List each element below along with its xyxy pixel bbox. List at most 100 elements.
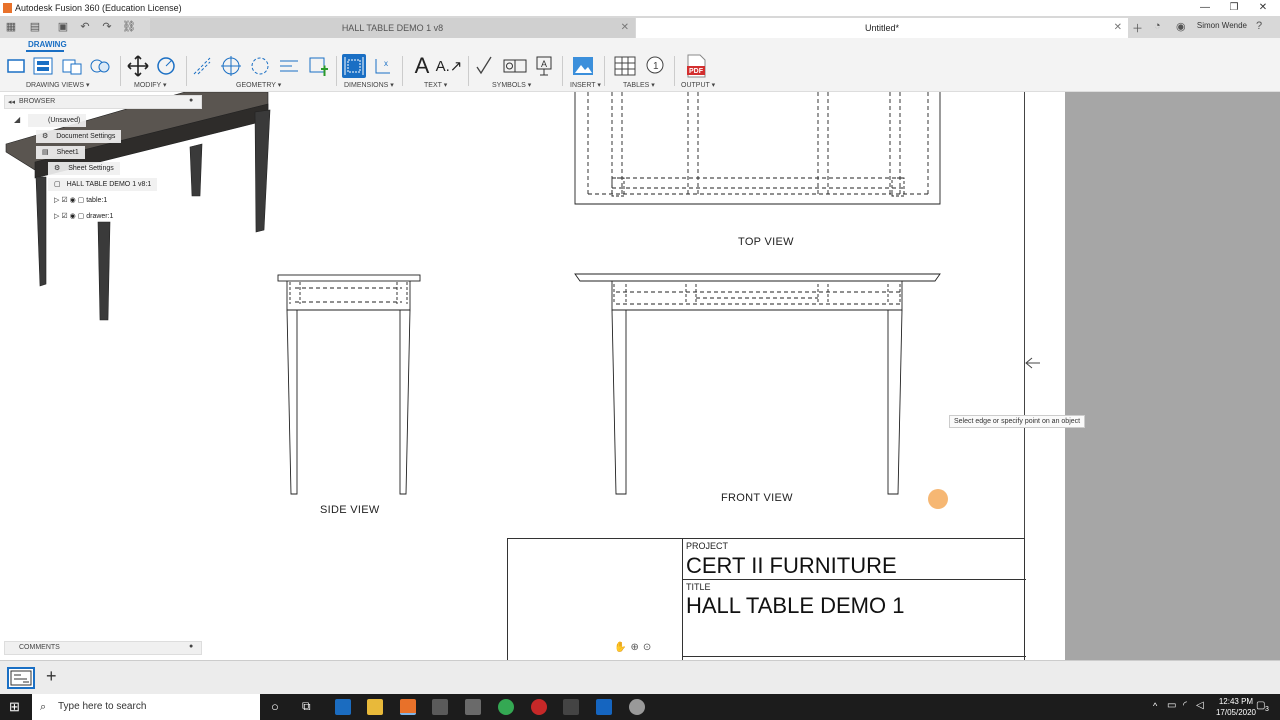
collapse-icon[interactable]: ◂◂ [8, 98, 15, 106]
centerline-icon[interactable] [190, 54, 214, 78]
group-insert[interactable]: INSERT ▾ [570, 81, 601, 89]
project-name: CERT II FURNITURE [686, 553, 897, 578]
group-text[interactable]: TEXT ▾ [424, 81, 447, 89]
move-icon[interactable] [126, 54, 150, 78]
zoom-icon[interactable]: ⊕ [630, 642, 638, 656]
app-icon[interactable] [432, 699, 448, 715]
cortana-icon[interactable]: ○ [271, 699, 279, 714]
restore-button[interactable]: ❐ [1219, 0, 1249, 16]
browser-item-document-settings[interactable]: ⚙ Document Settings [36, 130, 122, 143]
chrome-icon[interactable] [498, 699, 514, 715]
group-dimensions[interactable]: DIMENSIONS ▾ [344, 81, 394, 89]
leader-text-icon[interactable]: A.↗ [436, 54, 463, 78]
checkbox-icon[interactable]: ☑ [61, 197, 67, 204]
drawing-canvas[interactable]: TOP VIEW SIDE VIEW FRONT VIEW PROJECT CE… [0, 92, 1280, 660]
drawing-ribbon: DRAWING DRAWING VIEWS ▾ MODIFY ▾ GEOMETR… [0, 38, 1280, 92]
edge-icon[interactable] [335, 699, 351, 715]
browser-item-sheet-settings[interactable]: ⚙ Sheet Settings [48, 162, 120, 175]
close-tab-icon[interactable]: ✕ [621, 18, 629, 38]
center-mark-pattern-icon[interactable] [248, 54, 272, 78]
file-menu-icon[interactable]: ▤ [28, 20, 42, 34]
eye-icon[interactable]: ◉ [70, 197, 76, 204]
app-icon[interactable] [563, 699, 579, 715]
tree-label: (Unsaved) [48, 117, 81, 124]
surface-texture-icon[interactable] [474, 54, 498, 78]
pan-icon[interactable]: ✋ [614, 642, 626, 656]
projected-view-icon[interactable] [32, 54, 56, 78]
expand-arrow-icon[interactable]: ▷ [54, 213, 59, 220]
center-mark-icon[interactable] [219, 54, 243, 78]
comments-panel-header[interactable]: COMMENTS ● [4, 641, 202, 655]
browser-item-model[interactable]: ▢ HALL TABLE DEMO 1 v8:1 [48, 178, 158, 191]
workspace-underline [26, 50, 64, 52]
user-name[interactable]: Simon Wende [1197, 21, 1247, 30]
tray-chevron-icon[interactable]: ^ [1153, 701, 1157, 711]
file-explorer-icon[interactable] [367, 699, 383, 715]
comments-title: COMMENTS [19, 644, 60, 651]
section-view-icon[interactable] [60, 54, 84, 78]
expand-arrow-icon[interactable]: ▷ [54, 197, 59, 204]
eye-icon[interactable]: ◉ [70, 213, 76, 220]
app-icon[interactable] [596, 699, 612, 715]
group-tables[interactable]: TABLES ▾ [623, 81, 655, 89]
browser-item-unsaved[interactable]: (Unsaved) [28, 114, 87, 127]
checkbox-icon[interactable]: ☑ [61, 213, 67, 220]
add-sheet-icon[interactable]: + [46, 666, 57, 687]
browser-panel-header[interactable]: ◂◂ BROWSER ● [4, 95, 202, 109]
table-icon[interactable] [613, 54, 637, 78]
windows-start-icon[interactable]: ⊞ [9, 699, 20, 715]
app-icon[interactable] [531, 699, 547, 715]
workspace-tab-drawing[interactable]: DRAWING [28, 40, 67, 49]
browser-item-sheet1[interactable]: ▤ Sheet1 [36, 146, 85, 159]
app-grid-icon[interactable]: ▦ [4, 20, 18, 34]
group-drawing-views[interactable]: DRAWING VIEWS ▾ [26, 81, 90, 89]
group-output[interactable]: OUTPUT ▾ [681, 81, 715, 89]
job-status-icon[interactable]: ◔ [1154, 20, 1161, 32]
dimension-icon[interactable] [342, 54, 366, 78]
ordinate-dimension-icon[interactable]: x [371, 54, 395, 78]
browser-item-table[interactable]: ▷ ☑ ◉ ▢ table:1 [48, 194, 113, 207]
browser-item-drawer[interactable]: ▷ ☑ ◉ ▢ drawer:1 [48, 210, 119, 223]
minimize-button[interactable]: — [1190, 0, 1220, 16]
comments-pin-icon[interactable]: ● [189, 643, 193, 650]
redo-icon[interactable]: ↷ [100, 20, 114, 34]
close-window-button[interactable]: ✕ [1248, 0, 1278, 16]
app-icon[interactable] [629, 699, 645, 715]
volume-icon[interactable]: ◁ [1196, 700, 1204, 711]
detail-view-icon[interactable] [88, 54, 112, 78]
taskbar-clock[interactable]: 12:43 PM 17/05/2020 [1216, 696, 1256, 718]
notifications-icon[interactable]: ◉ [1176, 20, 1186, 33]
tab-hall-table-demo[interactable]: HALL TABLE DEMO 1 v8 ✕ [150, 18, 635, 38]
task-view-icon[interactable]: ⧉ [302, 699, 311, 714]
wifi-icon[interactable]: ◜ [1183, 700, 1187, 711]
network-icon[interactable]: ▭ [1167, 700, 1176, 711]
insert-image-icon[interactable] [571, 54, 595, 78]
undo-icon[interactable]: ↶ [78, 20, 92, 34]
save-icon[interactable]: ▣ [56, 20, 70, 34]
datum-identifier-icon[interactable]: A [532, 54, 556, 78]
browser-pin-icon[interactable]: ● [189, 97, 193, 104]
pdf-output-icon[interactable]: PDF [684, 54, 708, 78]
new-tab-icon[interactable]: ＋ [1132, 20, 1143, 36]
group-modify[interactable]: MODIFY ▾ [134, 81, 167, 89]
expand-icon[interactable]: ◢ [14, 115, 20, 124]
title-block[interactable]: PROJECT CERT II FURNITURE TITLE HALL TAB… [507, 538, 1026, 660]
tab-untitled[interactable]: Untitled* ✕ [636, 18, 1128, 38]
feature-control-frame-icon[interactable] [503, 54, 527, 78]
zoom-fit-icon[interactable]: ⊙ [643, 642, 651, 656]
sheet-thumbnail[interactable] [7, 667, 35, 689]
app-icon[interactable] [465, 699, 481, 715]
balloon-icon[interactable]: 1 [643, 54, 667, 78]
help-icon[interactable]: ? [1256, 20, 1262, 32]
fusion360-taskbar-icon[interactable] [400, 699, 416, 715]
taskbar-search[interactable]: ⌕ Type here to search [32, 694, 260, 720]
add-geometry-icon[interactable] [306, 54, 330, 78]
base-view-icon[interactable] [4, 54, 28, 78]
edge-extension-icon[interactable] [277, 54, 301, 78]
rotate-icon[interactable] [154, 54, 178, 78]
group-symbols[interactable]: SYMBOLS ▾ [492, 81, 531, 89]
text-icon[interactable]: A [410, 53, 434, 78]
close-tab-icon[interactable]: ✕ [1114, 18, 1122, 38]
link-icon[interactable]: ⛓ [122, 20, 136, 34]
group-geometry[interactable]: GEOMETRY ▾ [236, 81, 281, 89]
